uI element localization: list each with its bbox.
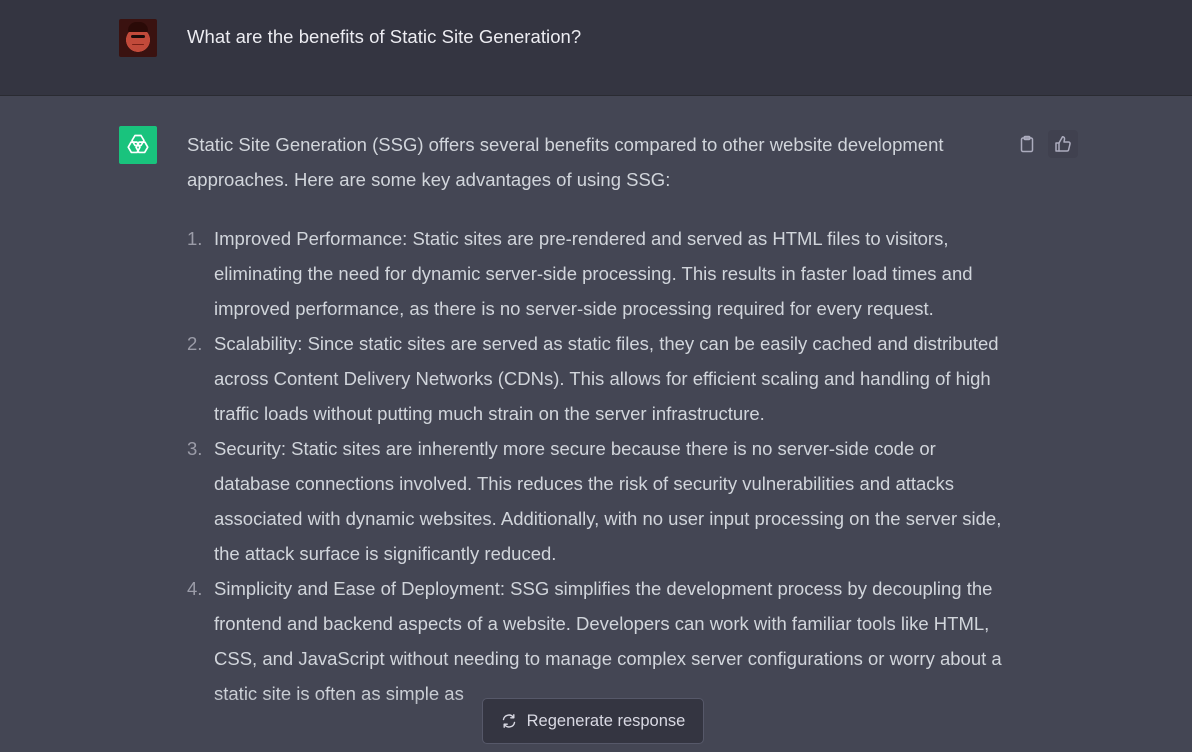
assistant-message-row: Static Site Generation (SSG) offers seve… (0, 96, 1192, 752)
list-item: 4. Simplicity and Ease of Deployment: SS… (187, 571, 1007, 711)
clipboard-icon (1020, 135, 1034, 153)
list-item: 2. Scalability: Since static sites are s… (187, 326, 1007, 431)
list-item-number: 1. (187, 228, 203, 249)
regenerate-response-button[interactable]: Regenerate response (482, 698, 704, 744)
message-actions (1012, 130, 1078, 158)
list-item-text: Security: Static sites are inherently mo… (214, 438, 1002, 564)
refresh-icon (502, 714, 515, 728)
benefits-list: 1. Improved Performance: Static sites ar… (187, 221, 1007, 711)
user-message-row: What are the benefits of Static Site Gen… (0, 0, 1192, 96)
chatgpt-logo-icon (119, 126, 157, 164)
list-item-text: Improved Performance: Static sites are p… (214, 228, 973, 319)
thumbs-up-icon (1055, 136, 1071, 152)
user-message-text: What are the benefits of Static Site Gen… (187, 26, 582, 47)
list-item-number: 4. (187, 578, 203, 599)
list-item: 3. Security: Static sites are inherently… (187, 431, 1007, 571)
thumbs-up-button[interactable] (1048, 130, 1078, 158)
list-item: 1. Improved Performance: Static sites ar… (187, 221, 1007, 326)
copy-button[interactable] (1012, 130, 1042, 158)
regenerate-label: Regenerate response (526, 711, 686, 730)
answer-intro: Static Site Generation (SSG) offers seve… (187, 134, 944, 190)
assistant-message-text: Static Site Generation (SSG) offers seve… (187, 127, 1007, 711)
list-item-number: 2. (187, 333, 203, 354)
list-item-text: Scalability: Since static sites are serv… (214, 333, 999, 424)
list-item-text: Simplicity and Ease of Deployment: SSG s… (214, 578, 1002, 704)
user-avatar (119, 19, 157, 57)
list-item-number: 3. (187, 438, 203, 459)
